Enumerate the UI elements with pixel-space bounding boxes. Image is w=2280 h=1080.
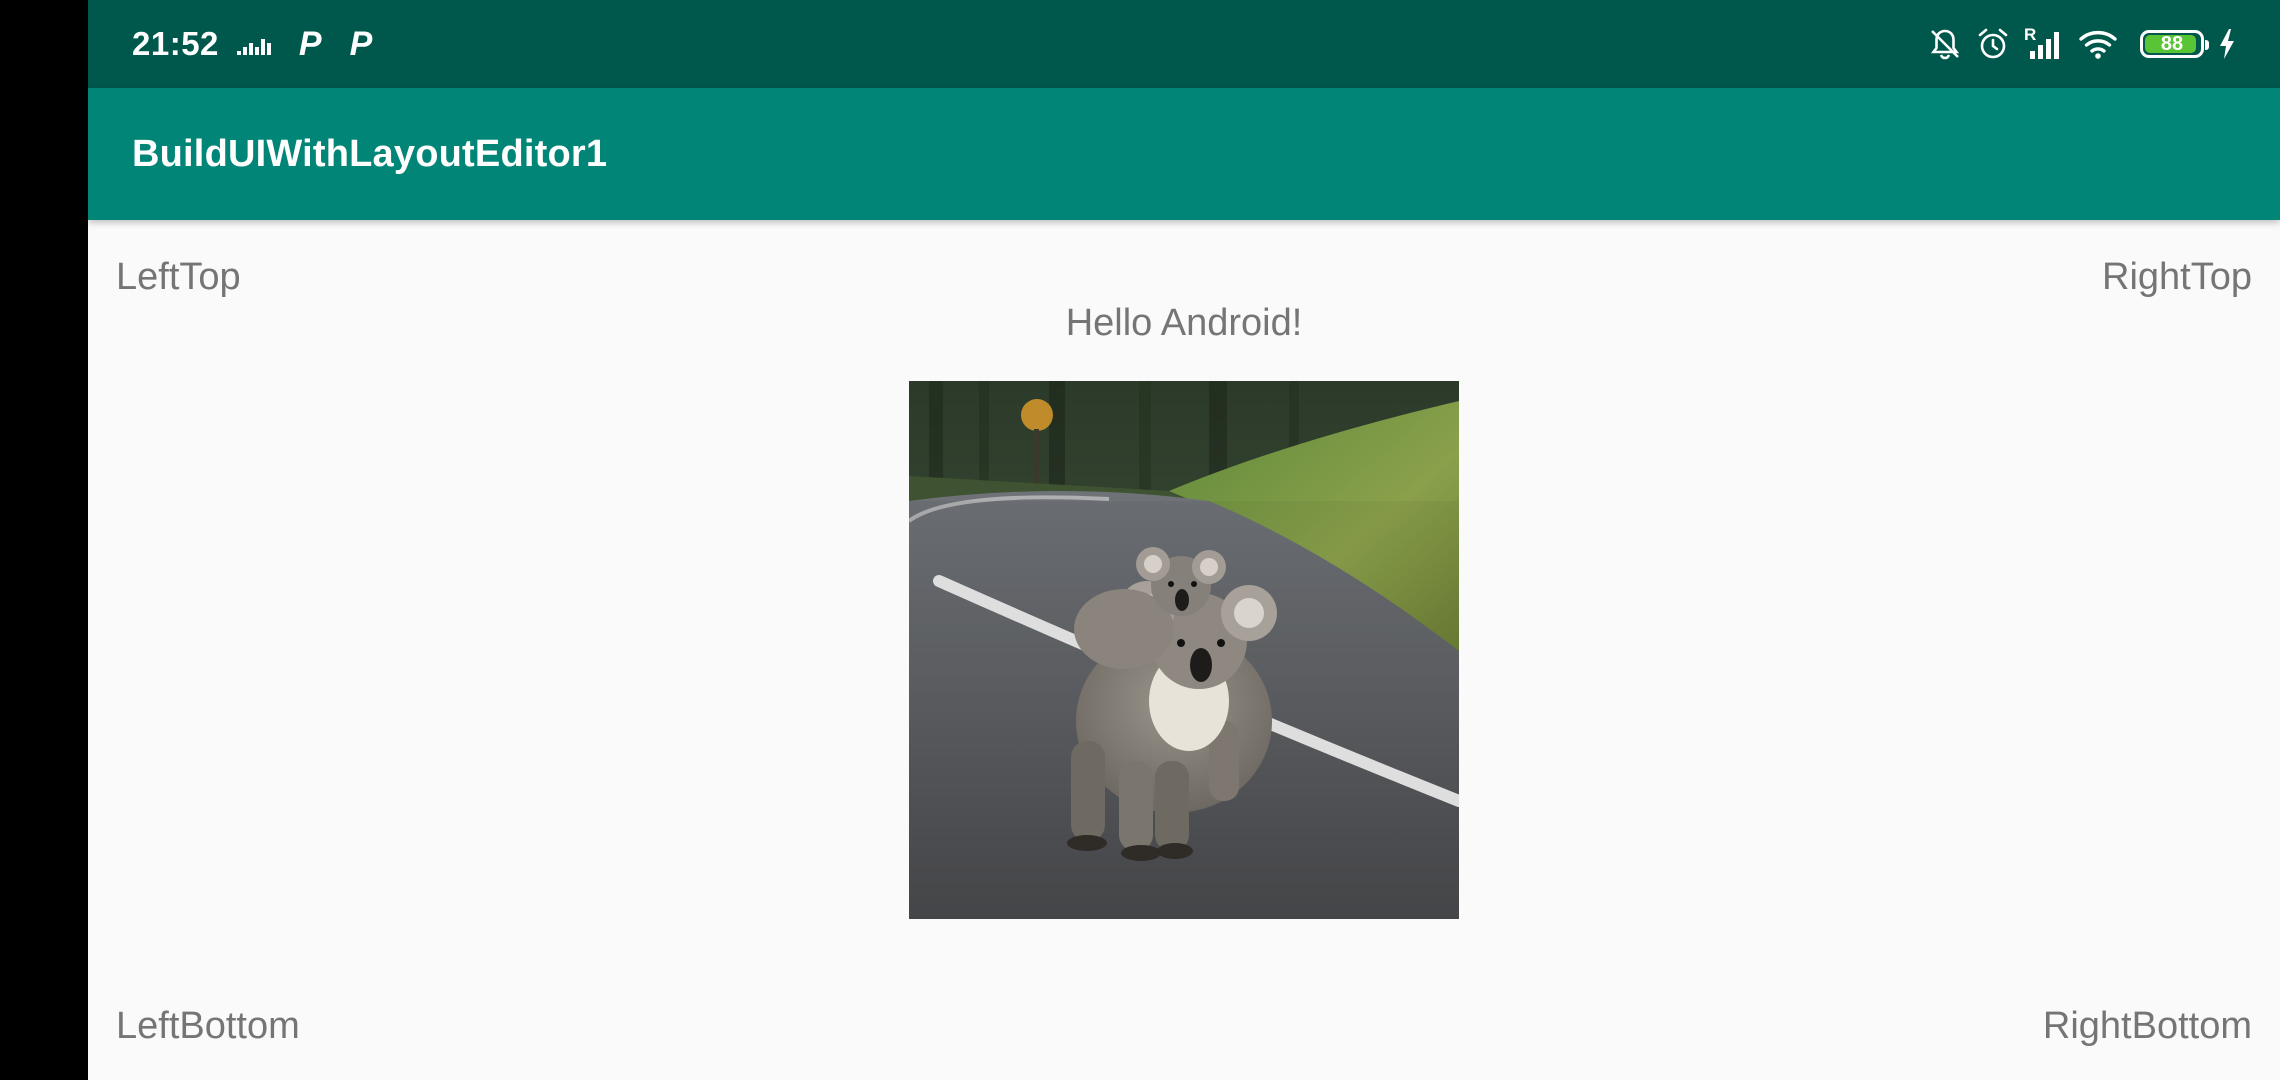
equalizer-icon: [236, 31, 271, 57]
bell-off-icon: [1928, 27, 1962, 61]
device-frame: 21:52 P P R 88 BuildUIWithLayoutEditor1 …: [0, 0, 2280, 1080]
right-bottom-label: RightBottom: [2042, 1005, 2252, 1047]
app-bar: BuildUIWithLayoutEditor1: [88, 88, 2280, 220]
status-bar: 21:52 P P R 88: [88, 0, 2280, 88]
signal-roaming-icon: R: [2024, 25, 2064, 61]
alarm-icon: [1976, 27, 2010, 61]
display-cutout: [0, 0, 88, 1080]
screen: 21:52 P P R 88 BuildUIWithLayoutEditor1 …: [88, 0, 2280, 1080]
status-time: 21:52: [132, 25, 219, 62]
roaming-letter: R: [2024, 25, 2037, 44]
left-bottom-label: LeftBottom: [116, 1005, 300, 1047]
parking-app-icon: P: [298, 25, 322, 63]
parking-app-icon: P: [349, 25, 373, 63]
status-left-group: 21:52 P P: [132, 0, 372, 88]
photo-road-sign: [1021, 399, 1053, 431]
koala-photo: [909, 381, 1459, 919]
battery-level: 88: [2160, 33, 2184, 55]
hello-text: Hello Android!: [1065, 302, 1303, 344]
charging-icon: [2218, 28, 2236, 60]
main-content: LeftTop RightTop Hello Android! LeftBott…: [88, 220, 2280, 1080]
battery-icon: 88: [2140, 30, 2209, 58]
left-top-label: LeftTop: [116, 256, 241, 298]
right-top-label: RightTop: [2102, 256, 2252, 298]
status-right-group: R 88: [1928, 0, 2236, 88]
app-title: BuildUIWithLayoutEditor1: [132, 133, 608, 175]
wifi-icon: [2078, 28, 2118, 60]
